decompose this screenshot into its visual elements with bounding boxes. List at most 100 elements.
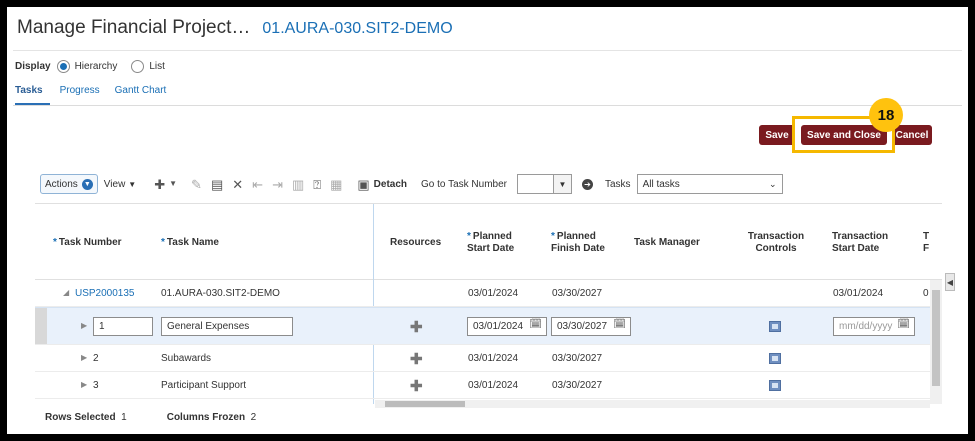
list-radio[interactable] bbox=[131, 60, 145, 73]
hierarchy-radio-label[interactable]: Hierarchy bbox=[75, 61, 118, 72]
vertical-scrollbar[interactable] bbox=[930, 280, 942, 404]
planned-finish: 03/30/2027 bbox=[552, 353, 603, 364]
planned-finish: 03/30/2027 bbox=[552, 288, 603, 299]
add-resource-icon[interactable]: ✚ bbox=[410, 350, 423, 368]
tab-bar: Tasks Progress Gantt Chart bbox=[15, 83, 173, 105]
delete-icon[interactable]: ✕ bbox=[232, 178, 243, 191]
planned-start: 03/01/2024 bbox=[468, 380, 519, 391]
collapsed-triangle-icon[interactable]: ▶ bbox=[81, 353, 87, 362]
calendar-icon[interactable]: 🗓 bbox=[897, 319, 910, 330]
view-label: View bbox=[103, 178, 126, 190]
tasks-filter-select[interactable]: All tasks ⌄ bbox=[636, 174, 783, 194]
display-label: Display bbox=[15, 61, 51, 72]
tasks-filter-value: All tasks bbox=[642, 178, 680, 190]
chevron-down-icon: ▼ bbox=[81, 178, 93, 190]
list-radio-label[interactable]: List bbox=[149, 61, 165, 72]
details-icon[interactable]: ▤ bbox=[211, 178, 223, 191]
cancel-button[interactable]: Cancel bbox=[892, 125, 932, 145]
table-row[interactable]: ◢ USP2000135 01.AURA-030.SIT2-DEMO 03/01… bbox=[35, 280, 930, 307]
save-button[interactable]: Save bbox=[759, 125, 795, 145]
detach-icon[interactable]: ▣ bbox=[357, 178, 369, 191]
planned-start-input[interactable]: 03/01/2024 🗓 bbox=[467, 317, 547, 336]
rows-selected-label: Rows Selected bbox=[45, 412, 116, 423]
col-task-manager[interactable]: Task Manager bbox=[634, 237, 700, 249]
task-name: 01.AURA-030.SIT2-DEMO bbox=[161, 288, 280, 299]
hierarchy-radio[interactable] bbox=[56, 60, 70, 73]
view-caret-icon: ▼ bbox=[128, 179, 137, 189]
add-resource-icon[interactable]: ✚ bbox=[410, 377, 423, 395]
transaction-start-input[interactable]: mm/dd/yyyy 🗓 bbox=[833, 317, 915, 336]
calendar-icon[interactable]: 🗓 bbox=[613, 319, 626, 330]
expanded-triangle-icon[interactable]: ◢ bbox=[63, 288, 69, 297]
columns-frozen-value: 2 bbox=[250, 412, 257, 423]
tasks-filter-label: Tasks bbox=[605, 178, 631, 190]
truncated-cell: 0 bbox=[923, 288, 929, 299]
collapsed-triangle-icon[interactable]: ▶ bbox=[81, 321, 87, 330]
col-task-number[interactable]: * Task Number bbox=[53, 237, 122, 249]
vertical-scroll-thumb[interactable] bbox=[932, 290, 940, 386]
add-resource-icon[interactable]: ✚ bbox=[410, 318, 423, 336]
col-transaction-start[interactable]: Transaction Start Date bbox=[832, 231, 904, 255]
columns-frozen: Columns Frozen 2 bbox=[167, 412, 256, 423]
step-callout-badge: 18 bbox=[869, 98, 903, 132]
task-number-input[interactable]: 1 bbox=[93, 317, 153, 336]
col-planned-start[interactable]: * Planned Start Date bbox=[467, 231, 537, 255]
table-row[interactable]: ▶ 2 Subawards ✚ 03/01/2024 03/30/2027 bbox=[35, 345, 930, 372]
columns-frozen-label: Columns Frozen bbox=[166, 412, 246, 423]
page-title: Manage Financial Project… bbox=[17, 17, 251, 38]
row-selection-marker bbox=[35, 308, 47, 344]
transaction-controls-icon[interactable] bbox=[769, 353, 781, 364]
tab-divider bbox=[13, 105, 962, 106]
add-icon[interactable]: ✚ bbox=[154, 178, 165, 191]
go-arrow-icon[interactable]: ➔ bbox=[582, 178, 593, 190]
table-footer: Rows Selected 1 Columns Frozen 2 bbox=[45, 412, 256, 423]
goto-task-dropdown[interactable]: ▼ bbox=[553, 174, 572, 194]
planned-start: 03/01/2024 bbox=[468, 288, 519, 299]
help-icon[interactable]: ⍰ bbox=[313, 178, 321, 191]
transaction-controls-icon[interactable] bbox=[769, 321, 781, 332]
col-planned-finish-label: Planned Finish Date bbox=[551, 231, 605, 254]
transaction-start-placeholder: mm/dd/yyyy bbox=[839, 321, 893, 332]
table-row-selected[interactable]: ▶ 1 General Expenses ✚ 03/01/2024 🗓 03/3… bbox=[35, 307, 930, 345]
tasks-table: * Task Number * Task Name Resources * Plann… bbox=[35, 203, 942, 409]
collapse-pane-tab[interactable]: ◀ bbox=[945, 273, 955, 291]
project-id: 01.AURA-030.SIT2-DEMO bbox=[262, 20, 453, 37]
col-task-name[interactable]: * Task Name bbox=[161, 237, 219, 249]
calendar-icon[interactable]: 🗓 bbox=[529, 319, 542, 330]
task-name-input[interactable]: General Expenses bbox=[161, 317, 293, 336]
freeze-icon[interactable]: ▦ bbox=[330, 178, 342, 191]
app-window: Manage Financial Project… 01.AURA-030.SI… bbox=[4, 4, 971, 437]
table-toolbar: Actions ▼ View ▼ ✚ ▼ ✎ ▤ ✕ ⇤ ⇥ ▥ ⍰ ▦ ▣ D… bbox=[40, 173, 783, 195]
col-truncated[interactable]: T F bbox=[923, 231, 931, 255]
outdent-icon[interactable]: ⇤ bbox=[252, 178, 263, 191]
add-dropdown-icon[interactable]: ▼ bbox=[169, 180, 177, 188]
tab-gantt-chart[interactable]: Gantt Chart bbox=[107, 83, 174, 105]
horizontal-scroll-thumb[interactable] bbox=[385, 401, 465, 407]
planned-finish-value: 03/30/2027 bbox=[557, 321, 608, 332]
col-planned-finish[interactable]: * Planned Finish Date bbox=[551, 231, 623, 255]
col-task-number-label: Task Number bbox=[58, 237, 122, 248]
tab-progress[interactable]: Progress bbox=[52, 83, 107, 105]
indent-icon[interactable]: ⇥ bbox=[272, 178, 283, 191]
actions-label: Actions bbox=[45, 178, 78, 190]
title-bar: Manage Financial Project… 01.AURA-030.SI… bbox=[17, 17, 453, 43]
tab-tasks[interactable]: Tasks bbox=[15, 83, 50, 105]
actions-menu-button[interactable]: Actions ▼ bbox=[40, 174, 98, 194]
table-row[interactable]: ▶ 3 Participant Support ✚ 03/01/2024 03/… bbox=[35, 372, 930, 399]
planned-start: 03/01/2024 bbox=[468, 353, 519, 364]
collapsed-triangle-icon[interactable]: ▶ bbox=[81, 380, 87, 389]
columns-icon[interactable]: ▥ bbox=[292, 178, 304, 191]
transaction-start: 03/01/2024 bbox=[833, 288, 884, 299]
col-transaction-controls[interactable]: Transaction Controls bbox=[740, 231, 812, 255]
detach-button[interactable]: Detach bbox=[374, 179, 407, 190]
horizontal-scrollbar[interactable] bbox=[375, 400, 930, 408]
table-header: * Task Number * Task Name Resources * Plann… bbox=[35, 204, 942, 280]
planned-start-value: 03/01/2024 bbox=[473, 321, 524, 332]
planned-finish-input[interactable]: 03/30/2027 🗓 bbox=[551, 317, 631, 336]
view-menu[interactable]: View ▼ bbox=[104, 179, 136, 190]
transaction-controls-icon[interactable] bbox=[769, 380, 781, 391]
task-number-link[interactable]: USP2000135 bbox=[75, 288, 135, 299]
col-resources[interactable]: Resources bbox=[390, 237, 441, 249]
goto-task-input[interactable] bbox=[517, 174, 553, 194]
edit-icon[interactable]: ✎ bbox=[191, 178, 202, 191]
